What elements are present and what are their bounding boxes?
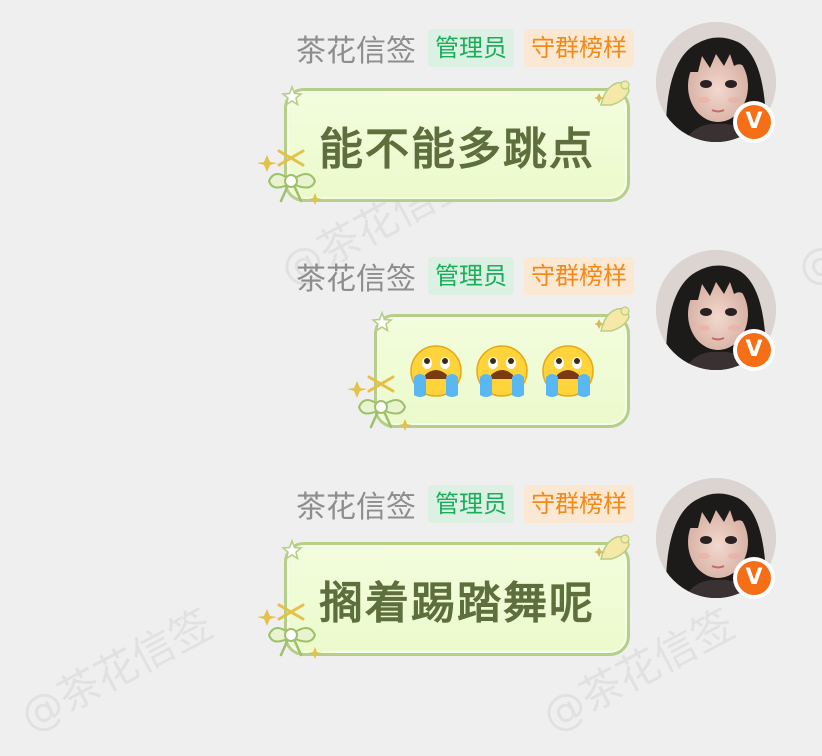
message-text: 搁着踢踏舞呢 xyxy=(319,578,595,629)
verified-badge: V xyxy=(733,101,775,143)
sender-name[interactable]: 茶花信签 xyxy=(296,26,416,70)
sender-info: 茶花信签 管理员 守群榜样 xyxy=(296,482,634,526)
avatar[interactable]: V xyxy=(656,22,776,143)
star-deco-icon xyxy=(281,85,303,107)
chat-message: 茶花信签 管理员 守群榜样 xyxy=(0,250,822,474)
admin-badge: 管理员 xyxy=(428,485,514,523)
bow-deco-icon xyxy=(347,375,412,431)
crying-face-icon xyxy=(540,343,596,399)
verified-v-icon: V xyxy=(737,105,771,139)
admin-badge: 管理员 xyxy=(428,29,514,67)
bow-deco-icon xyxy=(257,603,322,659)
rank-badge: 守群榜样 xyxy=(524,257,634,295)
rank-badge: 守群榜样 xyxy=(524,29,634,67)
avatar[interactable]: V xyxy=(656,478,776,599)
crying-face-icon xyxy=(474,343,530,399)
sender-info: 茶花信签 管理员 守群榜样 xyxy=(296,254,634,298)
rank-badge: 守群榜样 xyxy=(524,485,634,523)
sender-name[interactable]: 茶花信签 xyxy=(296,254,416,298)
message-bubble[interactable]: 搁着踢踏舞呢 xyxy=(257,534,630,659)
admin-badge: 管理员 xyxy=(428,257,514,295)
message-bubble[interactable]: 能不能多跳点 xyxy=(257,80,630,205)
verified-v-icon: V xyxy=(737,561,771,595)
chat-message: 茶花信签 管理员 守群榜样 xyxy=(0,22,822,246)
verified-badge: V xyxy=(733,557,775,599)
chat-message: 茶花信签 管理员 守群榜样 xyxy=(0,478,822,702)
avatar[interactable]: V xyxy=(656,250,776,371)
star-deco-icon xyxy=(281,539,303,561)
bell-deco-icon xyxy=(595,534,630,560)
sender-name[interactable]: 茶花信签 xyxy=(296,482,416,526)
message-bubble[interactable] xyxy=(347,306,630,431)
sender-info: 茶花信签 管理员 守群榜样 xyxy=(296,26,634,70)
bell-deco-icon xyxy=(595,80,630,106)
message-text: 能不能多跳点 xyxy=(319,124,595,175)
star-deco-icon xyxy=(371,311,393,333)
bow-deco-icon xyxy=(257,149,322,205)
verified-badge: V xyxy=(733,329,775,371)
bell-deco-icon xyxy=(595,306,630,332)
verified-v-icon: V xyxy=(737,333,771,367)
